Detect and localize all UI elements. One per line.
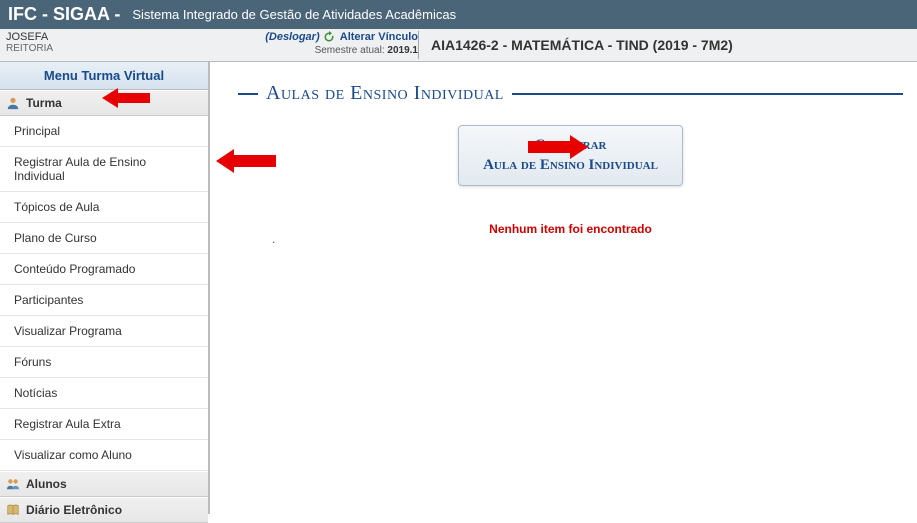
section-alunos[interactable]: Alunos xyxy=(0,471,208,497)
menu-items: Principal Registrar Aula de Ensino Indiv… xyxy=(0,116,208,471)
title-line-right xyxy=(512,93,903,95)
menu-item-participantes[interactable]: Participantes xyxy=(0,285,208,316)
menu-item-registrar-aula-extra[interactable]: Registrar Aula Extra xyxy=(0,409,208,440)
info-bar: JOSEFA REITORIA (Deslogar) Alterar Víncu… xyxy=(0,29,917,62)
user-affiliation: REITORIA xyxy=(6,43,218,54)
section-alunos-label: Alunos xyxy=(26,477,67,491)
book-icon xyxy=(6,503,20,517)
section-turma-label: Turma xyxy=(26,96,62,110)
people-icon xyxy=(6,477,20,491)
menu-item-visualizar-como-aluno[interactable]: Visualizar como Aluno xyxy=(0,440,208,471)
button-container: Cadastrar Aula de Ensino Individual xyxy=(238,125,903,186)
stray-dot: . xyxy=(272,232,275,246)
section-turma[interactable]: Turma xyxy=(0,90,208,116)
app-subtitle: Sistema Integrado de Gestão de Atividade… xyxy=(132,7,456,22)
menu-item-foruns[interactable]: Fóruns xyxy=(0,347,208,378)
section-diario[interactable]: Diário Eletrônico xyxy=(0,497,208,523)
menu-item-plano-de-curso[interactable]: Plano de Curso xyxy=(0,223,208,254)
cadastrar-button-line1: Cadastrar xyxy=(483,136,658,156)
menu-item-principal[interactable]: Principal xyxy=(0,116,208,147)
empty-message: Nenhum item foi encontrado xyxy=(238,222,903,236)
top-bar: IFC - SIGAA - Sistema Integrado de Gestã… xyxy=(0,0,917,29)
menu-item-noticias[interactable]: Notícias xyxy=(0,378,208,409)
course-title: AIA1426-2 - MATEMÁTICA - TIND (2019 - 7M… xyxy=(418,31,911,59)
user-icon xyxy=(6,96,20,110)
menu-header: Menu Turma Virtual xyxy=(0,62,208,90)
cadastrar-aula-button[interactable]: Cadastrar Aula de Ensino Individual xyxy=(458,125,683,186)
refresh-icon xyxy=(323,31,335,43)
main-panel: Aulas de Ensino Individual Cadastrar Aul… xyxy=(210,62,917,514)
page-title-text: Aulas de Ensino Individual xyxy=(266,82,504,105)
sidebar: Menu Turma Virtual Turma Principal Regis… xyxy=(0,62,210,514)
menu-item-topicos-de-aula[interactable]: Tópicos de Aula xyxy=(0,192,208,223)
menu-item-conteudo-programado[interactable]: Conteúdo Programado xyxy=(0,254,208,285)
app-title: IFC - SIGAA - xyxy=(8,4,120,25)
user-name: JOSEFA xyxy=(6,31,218,43)
semestre-label: Semestre atual: xyxy=(315,45,385,56)
page-title: Aulas de Ensino Individual xyxy=(238,82,903,105)
cadastrar-button-line2: Aula de Ensino Individual xyxy=(483,156,658,176)
section-diario-label: Diário Eletrônico xyxy=(26,503,122,517)
semestre-value: 2019.1 xyxy=(387,45,418,56)
menu-item-registrar-aula-ensino-individual[interactable]: Registrar Aula de Ensino Individual xyxy=(0,147,208,192)
alterar-vinculo-link[interactable]: Alterar Vínculo xyxy=(340,31,418,43)
logout-link[interactable]: (Deslogar) xyxy=(265,31,319,43)
menu-item-visualizar-programa[interactable]: Visualizar Programa xyxy=(0,316,208,347)
title-line-left xyxy=(238,93,258,95)
semestre-label-row: Semestre atual: 2019.1 xyxy=(218,45,418,56)
